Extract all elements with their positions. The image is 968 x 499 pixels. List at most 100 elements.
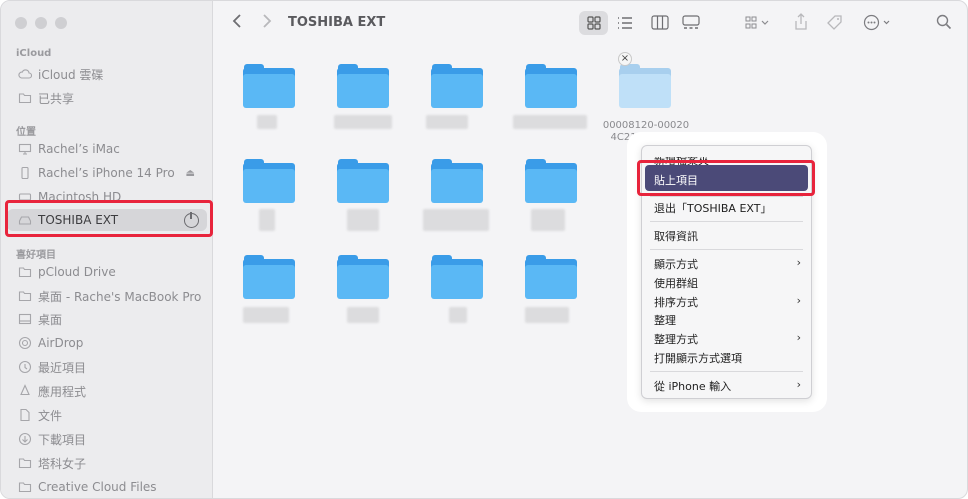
sidebar-item-shared[interactable]: 已共享 [7,87,207,109]
dragged-folder-name-line1: 00008120-00020 [602,120,690,131]
sidebar-item-toshiba-ext[interactable]: TOSHIBA EXT [7,209,207,231]
sidebar-section-icloud: iCloud [16,48,52,59]
menu-item-show-view-options[interactable]: 打開顯示方式選項 [654,350,742,366]
folder-label-redacted [347,307,379,323]
folder-label-redacted [334,115,392,129]
sidebar-item-label: TOSHIBA EXT [38,213,119,227]
folder-label-redacted [449,307,467,323]
folder-item[interactable] [431,159,483,203]
gallery-view-button[interactable] [682,15,700,34]
minimize-window-button[interactable] [35,17,47,29]
sidebar-item-downloads[interactable]: 下載項目 [7,428,207,450]
clock-icon [18,360,32,374]
chevron-right-icon: › [796,294,801,307]
external-drive-icon [18,213,32,227]
folder-label-redacted [243,307,289,323]
sidebar-item-desktop[interactable]: 桌面 [7,308,207,330]
sidebar-item-label: iCloud 雲碟 [38,67,104,82]
sidebar-item-creative-cloud[interactable]: Creative Cloud Files [7,476,207,498]
sidebar-item-airdrop[interactable]: AirDrop [7,332,207,354]
folder-label-redacted [257,115,277,129]
folder-item[interactable] [525,64,577,108]
finder-window: iCloud iCloud 雲碟 已共享 位置 Rachel’s iMac Ra… [0,0,968,499]
folder-item[interactable] [525,159,577,203]
cloud-icon [18,67,32,81]
column-view-button[interactable] [651,15,669,34]
menu-item-sort-by[interactable]: 排序方式 [654,294,698,310]
menu-item-get-info[interactable]: 取得資訊 [654,228,698,244]
folder-item[interactable] [431,64,483,108]
folder-label-redacted [347,209,379,231]
sidebar-item-label: Rachel’s iPhone 14 Pro [38,166,175,180]
icon-view-button[interactable] [587,16,601,34]
close-icon[interactable]: × [618,52,632,66]
folder-icon [18,289,32,303]
folder-label-redacted [513,115,587,129]
menu-item-eject[interactable]: 退出「TOSHIBA EXT」 [654,200,771,216]
sidebar-item-icloud-drive[interactable]: iCloud 雲碟 [7,63,207,85]
folder-label-redacted [259,209,275,231]
chevron-right-icon: › [796,331,801,344]
menu-item-view-as[interactable]: 顯示方式 [654,256,698,272]
sidebar-item-macintosh-hd[interactable]: Macintosh HD [7,186,207,208]
folder-icon [18,480,32,494]
shared-folder-icon [18,91,32,105]
more-actions-button[interactable] [863,14,893,35]
zoom-window-button[interactable] [55,17,67,29]
sidebar-item-documents[interactable]: 文件 [7,404,207,426]
sidebar-item-iphone[interactable]: Rachel’s iPhone 14 Pro ⏏ [7,162,207,184]
eject-icon[interactable]: ⏏ [186,168,195,179]
menu-separator [650,196,803,197]
window-title: TOSHIBA EXT [288,15,386,30]
sidebar-item-applications[interactable]: 應用程式 [7,380,207,402]
document-icon [18,408,32,422]
group-button[interactable] [745,15,771,34]
sidebar-item-label: Macintosh HD [38,190,122,204]
folder-label-redacted [525,307,569,323]
sidebar-item-label: 桌面 - Rache's MacBook Pro [38,289,202,304]
sidebar-item-label: 已共享 [38,91,75,106]
sidebar-item-recents[interactable]: 最近項目 [7,356,207,378]
sidebar-item-custom-folder[interactable]: 塔科女子 [7,452,207,474]
forward-button[interactable] [261,13,273,33]
folder-item[interactable] [243,159,295,203]
menu-item-clean-up[interactable]: 整理 [654,312,676,328]
folder-label-redacted [531,209,565,231]
folder-label-redacted [426,115,468,129]
dragged-folder-item[interactable] [619,64,671,108]
back-button[interactable] [231,13,243,33]
sidebar-item-label: 文件 [38,408,63,423]
context-menu: 新增檔案夾 貼上項目 退出「TOSHIBA EXT」 取得資訊 顯示方式 › 使… [641,145,812,399]
sidebar-section-favorites: 喜好項目 [16,250,56,261]
folder-item[interactable] [525,255,577,299]
menu-separator [650,371,803,372]
menu-item-paste[interactable]: 貼上項目 [654,172,698,188]
menu-item-clean-up-by[interactable]: 整理方式 [654,331,698,347]
desktop-icon [18,312,32,326]
folder-item[interactable] [431,255,483,299]
list-view-button[interactable] [617,16,633,34]
sidebar-item-pcloud[interactable]: pCloud Drive [7,261,207,283]
airdrop-icon [18,336,32,350]
sidebar-item-label: pCloud Drive [38,265,116,279]
sidebar-item-imac[interactable]: Rachel’s iMac [7,138,207,160]
folder-item[interactable] [243,255,295,299]
folder-item[interactable] [337,159,389,203]
folder-item[interactable] [337,255,389,299]
close-window-button[interactable] [15,17,27,29]
folder-icon [18,456,32,470]
hard-drive-icon [18,190,32,204]
menu-item-use-groups[interactable]: 使用群組 [654,275,698,291]
sidebar-section-locations: 位置 [16,127,36,138]
folder-item[interactable] [243,64,295,108]
folder-item[interactable] [337,64,389,108]
eject-power-icon[interactable] [184,211,199,228]
sidebar-item-label: 桌面 [38,312,63,327]
sidebar-item-desktop-macbook[interactable]: 桌面 - Rache's MacBook Pro [7,285,207,307]
share-icon[interactable] [794,13,808,35]
tag-icon[interactable] [826,14,843,35]
sidebar-item-label: 下載項目 [38,432,87,447]
search-icon[interactable] [936,14,952,34]
sidebar-item-label: AirDrop [38,336,84,350]
menu-item-import-from-iphone[interactable]: 從 iPhone 輸入 [654,378,731,394]
